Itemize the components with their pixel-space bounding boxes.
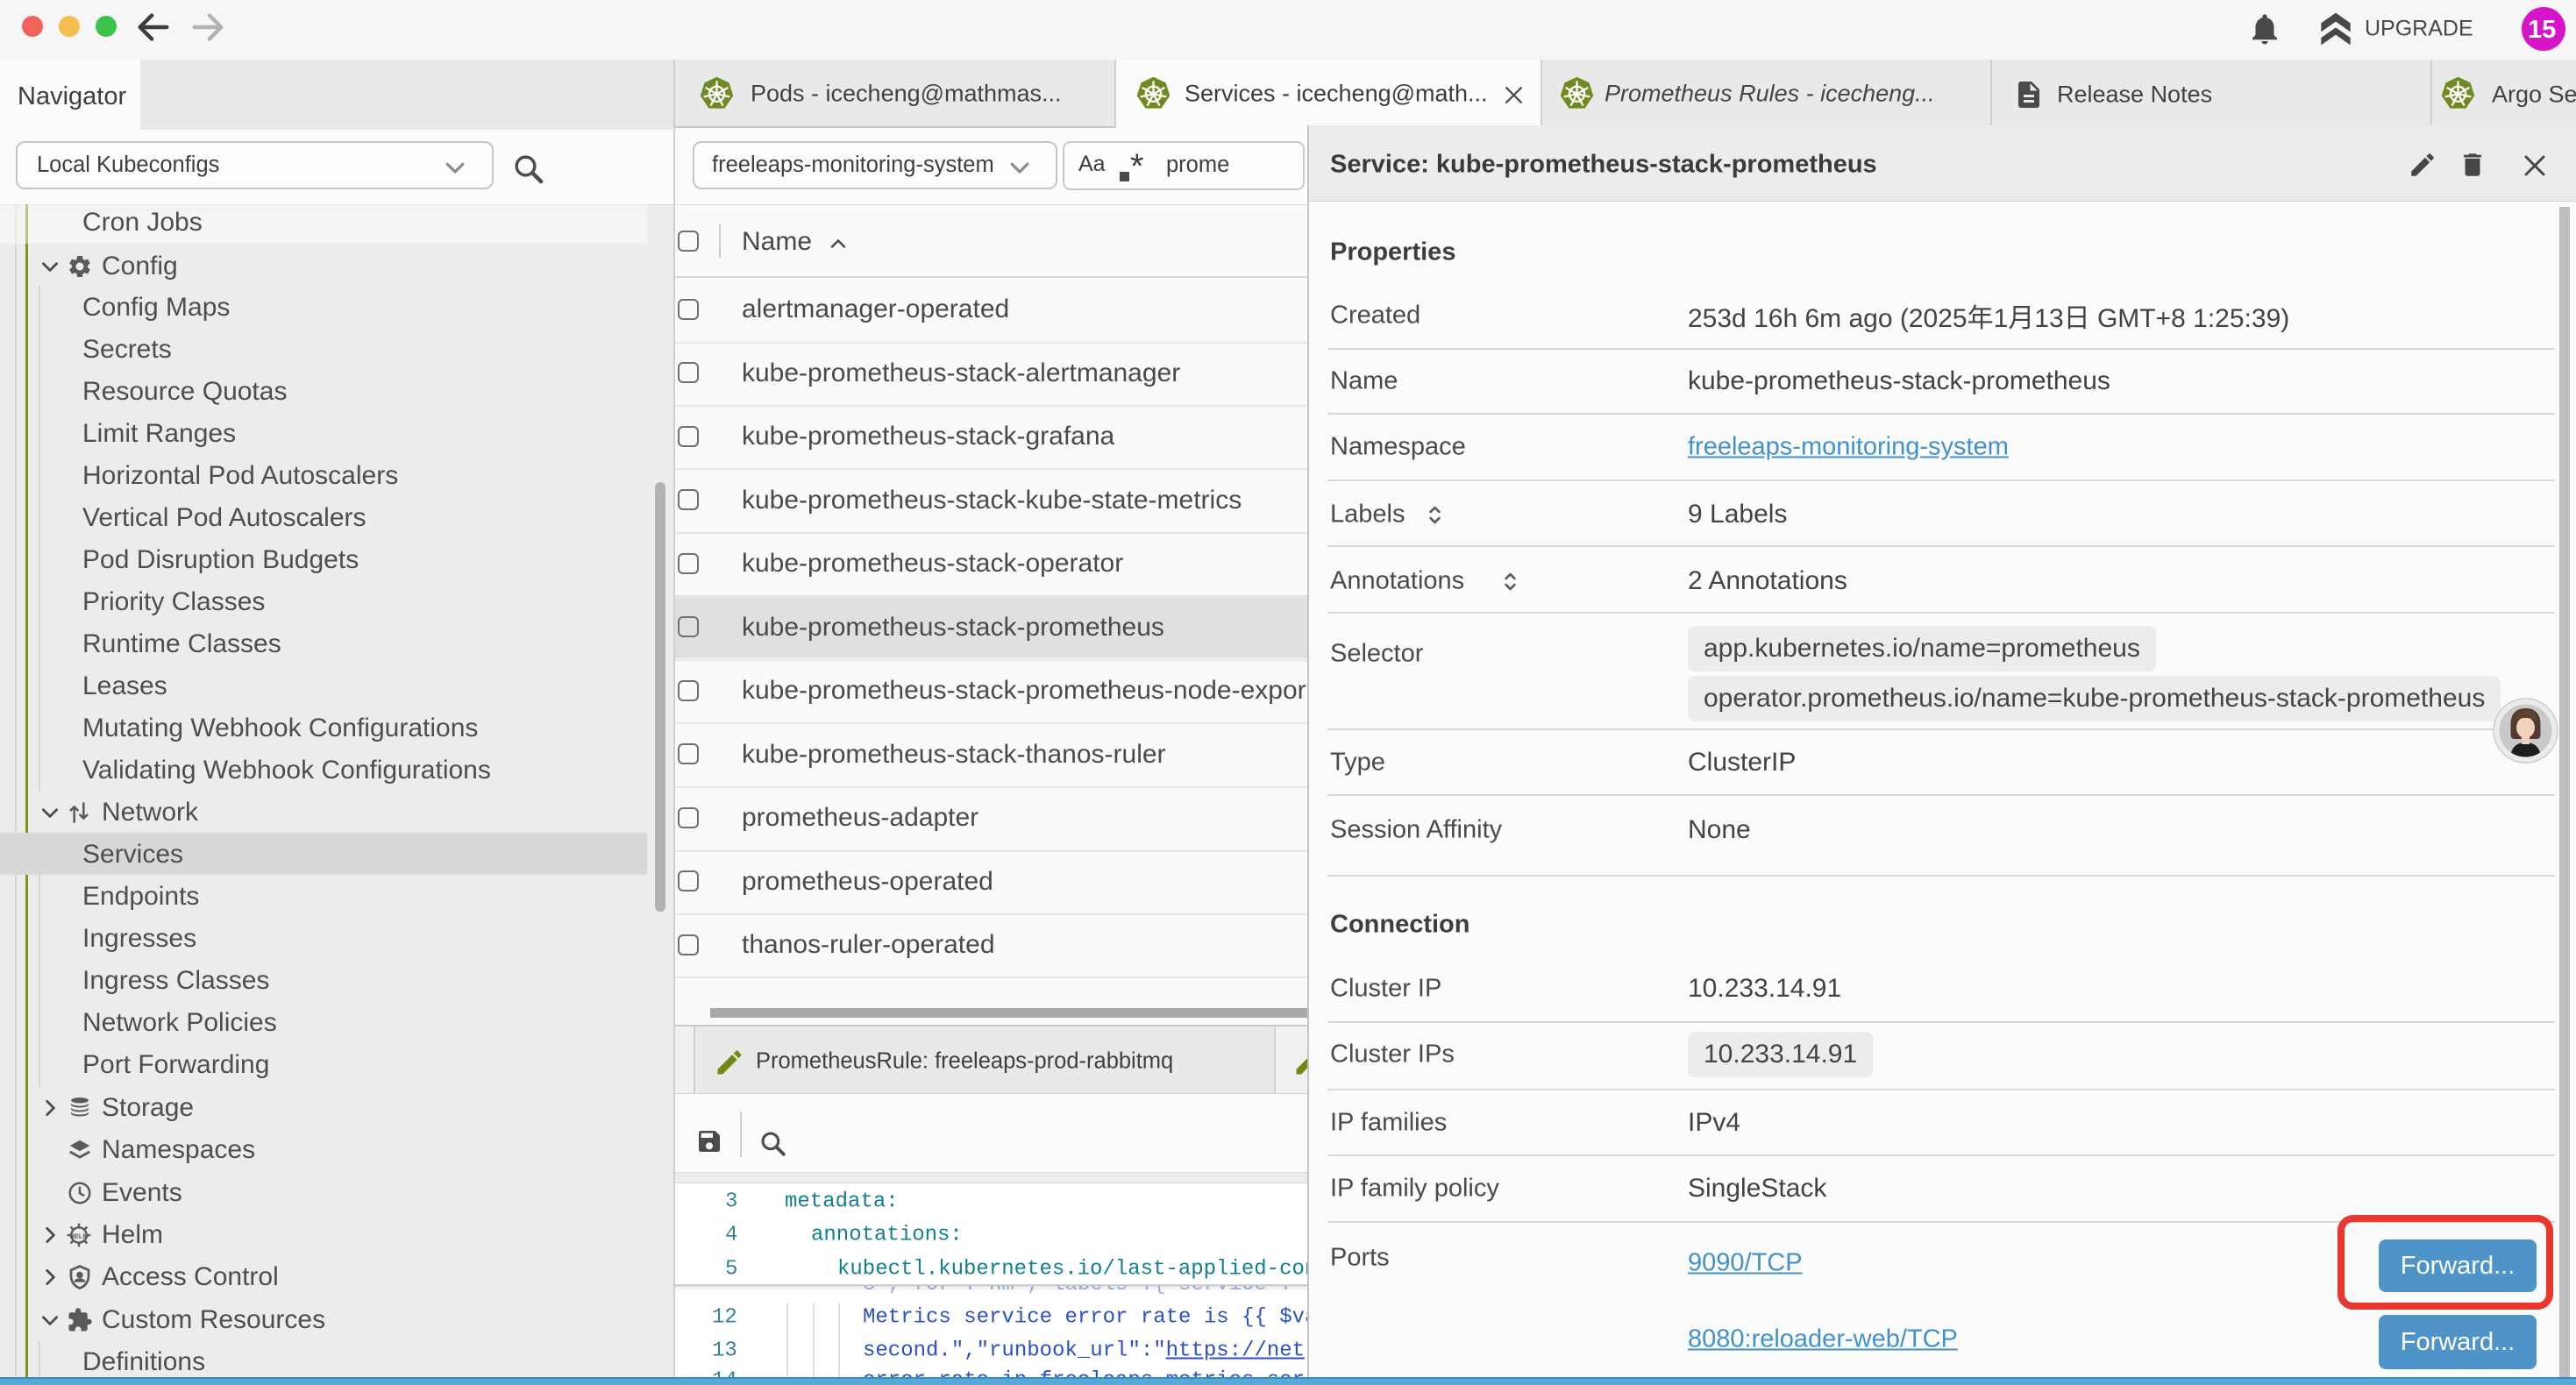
svg-text:HELM: HELM	[69, 1232, 88, 1240]
